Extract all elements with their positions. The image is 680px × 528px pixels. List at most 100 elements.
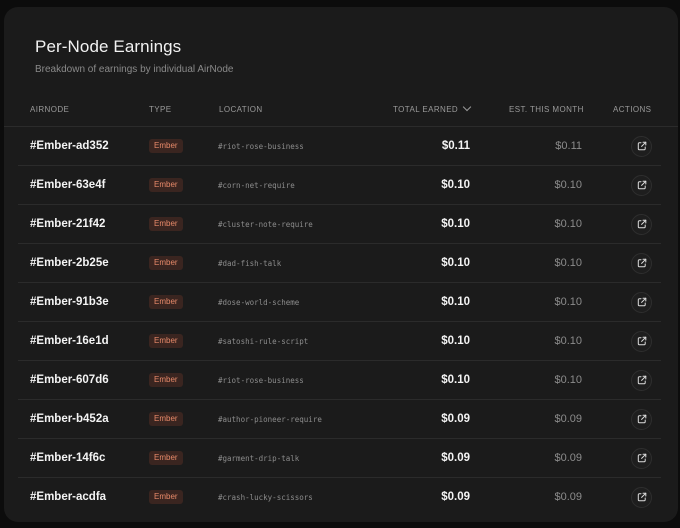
est-this-month-value: $0.10 xyxy=(554,257,582,269)
table-row[interactable]: #Ember-b452a Ember #author-pioneer-requi… xyxy=(18,400,661,439)
external-link-icon xyxy=(637,258,646,268)
airnode-id[interactable]: #Ember-91b3e xyxy=(30,283,109,321)
table-row[interactable]: #Ember-63e4f Ember #corn-net-require $0.… xyxy=(18,166,661,205)
actions-cell xyxy=(631,322,652,360)
actions-cell xyxy=(631,283,652,321)
open-node-button[interactable] xyxy=(631,408,652,430)
column-header-location[interactable]: LOCATION xyxy=(219,105,263,115)
total-earned-value: $0.10 xyxy=(441,374,470,386)
column-header-type[interactable]: TYPE xyxy=(149,105,172,115)
table-row[interactable]: #Ember-14f6c Ember #garment-drip-talk $0… xyxy=(18,439,661,478)
type-badge: Ember xyxy=(149,334,183,348)
actions-cell xyxy=(631,439,652,477)
total-earned-value: $0.10 xyxy=(441,179,470,191)
table-row[interactable]: #Ember-ad352 Ember #riot-rose-business $… xyxy=(18,127,661,166)
type-badge: Ember xyxy=(149,178,183,192)
column-header-total-earned[interactable]: TOTAL EARNED xyxy=(393,102,472,115)
table-row[interactable]: #Ember-2b25e Ember #dad-fish-talk $0.10 … xyxy=(18,244,661,283)
external-link-icon xyxy=(637,297,646,307)
table-row[interactable]: #Ember-607d6 Ember #riot-rose-business $… xyxy=(18,361,661,400)
type-cell: Ember xyxy=(149,322,183,360)
est-this-month-value: $0.11 xyxy=(555,140,582,152)
est-this-month-value: $0.09 xyxy=(554,452,582,464)
airnode-id[interactable]: #Ember-63e4f xyxy=(30,166,105,204)
total-earned-value: $0.10 xyxy=(441,296,470,308)
table-row[interactable]: #Ember-acdfa Ember #crash-lucky-scissors… xyxy=(18,478,661,517)
type-badge: Ember xyxy=(149,490,183,504)
total-earned-value: $0.09 xyxy=(441,491,470,503)
total-earned-value: $0.10 xyxy=(441,218,470,230)
type-badge: Ember xyxy=(149,139,183,153)
open-node-button[interactable] xyxy=(631,291,652,313)
type-badge: Ember xyxy=(149,295,183,309)
open-node-button[interactable] xyxy=(631,447,652,469)
type-cell: Ember xyxy=(149,361,183,399)
actions-cell xyxy=(631,361,652,399)
column-header-airnode[interactable]: AIRNODE xyxy=(30,105,69,115)
type-cell: Ember xyxy=(149,127,183,165)
total-earned-value: $0.09 xyxy=(441,452,470,464)
location-text: #riot-rose-business xyxy=(218,141,304,151)
external-link-icon xyxy=(637,219,646,229)
location-text: #cluster-note-require xyxy=(218,219,313,229)
open-node-button[interactable] xyxy=(631,174,652,196)
external-link-icon xyxy=(637,492,646,502)
airnode-id[interactable]: #Ember-ad352 xyxy=(30,127,109,165)
airnode-id[interactable]: #Ember-14f6c xyxy=(30,439,105,477)
type-cell: Ember xyxy=(149,439,183,477)
est-this-month-value: $0.10 xyxy=(554,218,582,230)
card-header: Per-Node Earnings Breakdown of earnings … xyxy=(35,35,233,77)
est-this-month-value: $0.09 xyxy=(554,491,582,503)
total-earned-value: $0.09 xyxy=(441,413,470,425)
location-text: #satoshi-rule-script xyxy=(218,336,309,346)
type-cell: Ember xyxy=(149,244,183,282)
external-link-icon xyxy=(637,375,646,385)
external-link-icon xyxy=(637,141,646,151)
actions-cell xyxy=(631,244,652,282)
type-badge: Ember xyxy=(149,217,183,231)
open-node-button[interactable] xyxy=(631,486,652,508)
actions-cell xyxy=(631,400,652,438)
table-row[interactable]: #Ember-91b3e Ember #dose-world-scheme $0… xyxy=(18,283,661,322)
column-header-total-earned-label: TOTAL EARNED xyxy=(393,105,459,114)
airnode-id[interactable]: #Ember-acdfa xyxy=(30,478,106,516)
type-badge: Ember xyxy=(149,412,183,426)
table-row[interactable]: #Ember-16e1d Ember #satoshi-rule-script … xyxy=(18,322,661,361)
airnode-id[interactable]: #Ember-607d6 xyxy=(30,361,109,399)
type-cell: Ember xyxy=(149,478,183,516)
open-node-button[interactable] xyxy=(631,213,652,235)
location-text: #dose-world-scheme xyxy=(218,297,300,307)
location-text: #author-pioneer-require xyxy=(218,414,322,424)
est-this-month-value: $0.09 xyxy=(554,413,582,425)
est-this-month-value: $0.10 xyxy=(554,374,582,386)
per-node-earnings-card: Per-Node Earnings Breakdown of earnings … xyxy=(4,7,678,522)
type-badge: Ember xyxy=(149,451,183,465)
est-this-month-value: $0.10 xyxy=(554,335,582,347)
table-row[interactable]: #Ember-21f42 Ember #cluster-note-require… xyxy=(18,205,661,244)
location-text: #crash-lucky-scissors xyxy=(218,492,313,502)
airnode-id[interactable]: #Ember-2b25e xyxy=(30,244,109,282)
table-body: #Ember-ad352 Ember #riot-rose-business $… xyxy=(18,127,661,517)
open-node-button[interactable] xyxy=(631,252,652,274)
est-this-month-value: $0.10 xyxy=(554,296,582,308)
actions-cell xyxy=(631,127,652,165)
location-text: #garment-drip-talk xyxy=(218,453,300,463)
open-node-button[interactable] xyxy=(631,135,652,157)
column-header-est-this-month[interactable]: EST. THIS MONTH xyxy=(509,105,584,115)
actions-cell xyxy=(631,478,652,516)
card-subtitle: Breakdown of earnings by individual AirN… xyxy=(35,64,234,75)
type-cell: Ember xyxy=(149,400,183,438)
airnode-id[interactable]: #Ember-16e1d xyxy=(30,322,109,360)
card-title: Per-Node Earnings xyxy=(35,37,182,56)
airnode-id[interactable]: #Ember-b452a xyxy=(30,400,109,438)
location-text: #dad-fish-talk xyxy=(218,258,282,268)
type-cell: Ember xyxy=(149,166,183,204)
open-node-button[interactable] xyxy=(631,330,652,352)
airnode-id[interactable]: #Ember-21f42 xyxy=(30,205,105,243)
total-earned-value: $0.11 xyxy=(441,140,470,152)
open-node-button[interactable] xyxy=(631,369,652,391)
type-cell: Ember xyxy=(149,205,183,243)
external-link-icon xyxy=(637,414,646,424)
actions-cell xyxy=(631,166,652,204)
location-text: #riot-rose-business xyxy=(218,375,304,385)
